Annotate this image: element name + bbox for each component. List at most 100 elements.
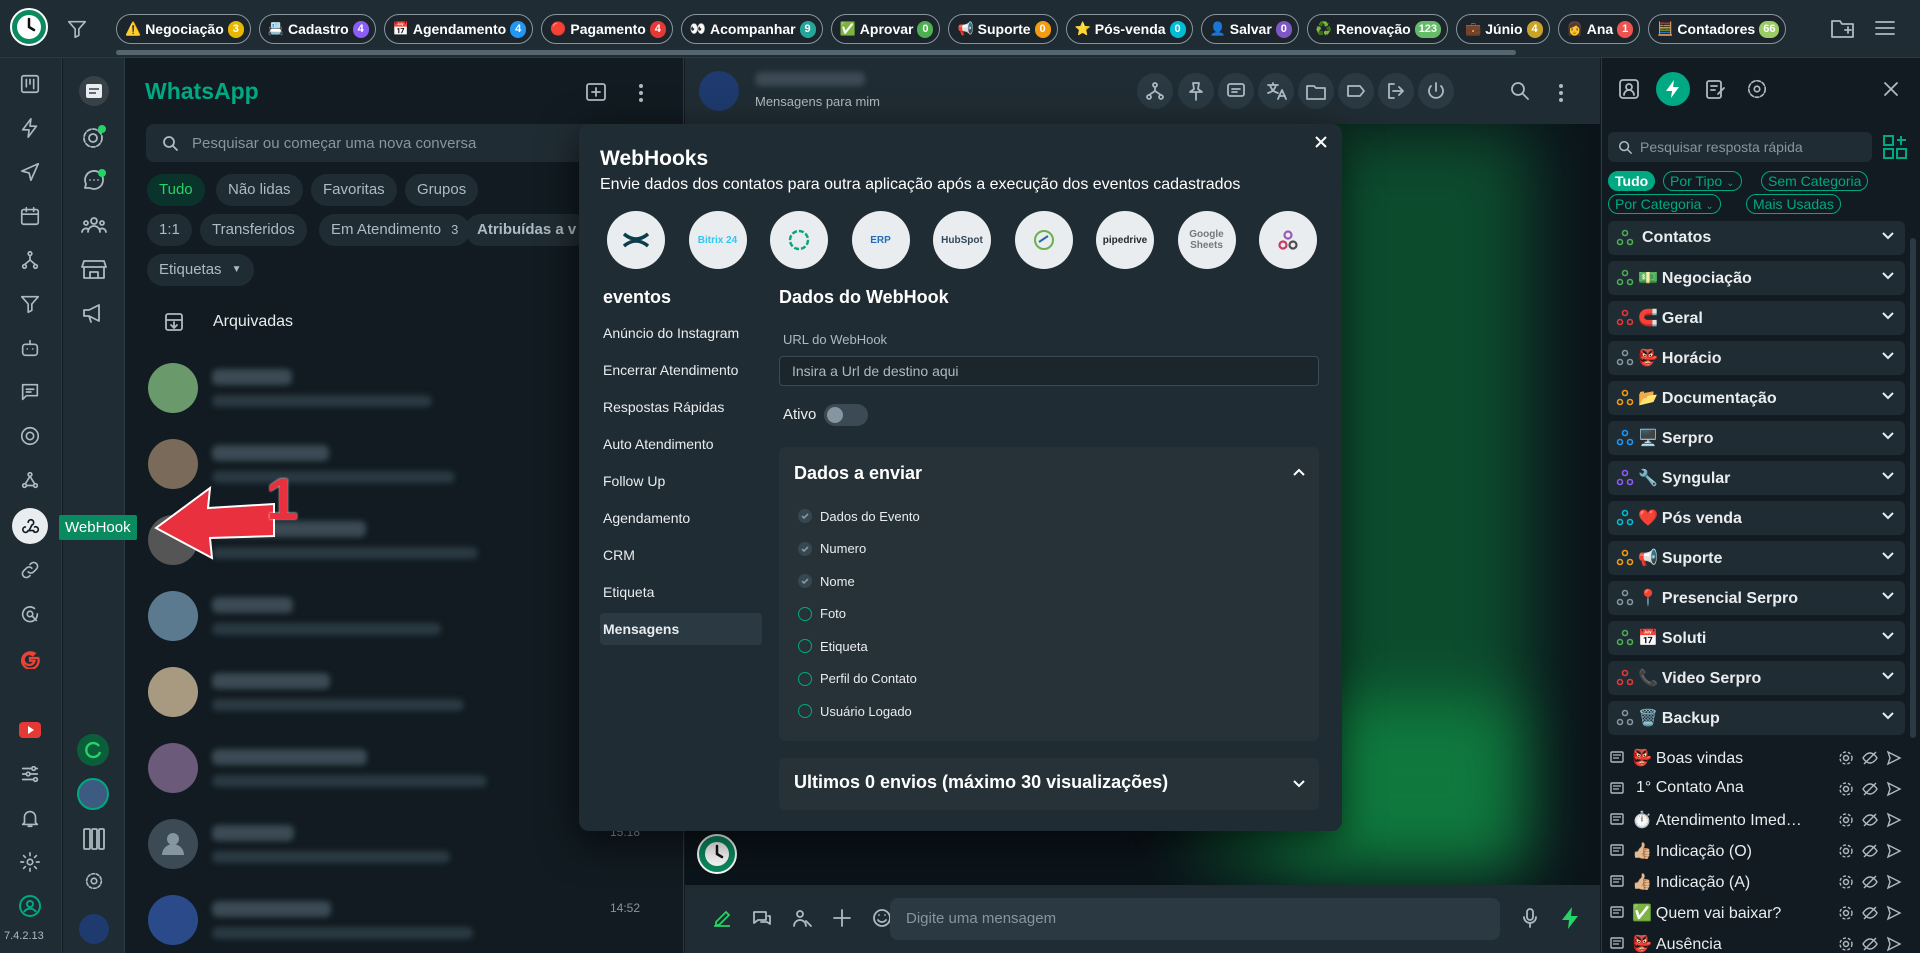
tag-6[interactable]: 📢 Suporte 0 — [948, 14, 1058, 44]
pipedrive-logo[interactable]: pipedrive — [1096, 211, 1154, 269]
message-settings-icon[interactable] — [1218, 73, 1254, 109]
event-item-4[interactable]: Follow Up — [600, 465, 762, 497]
category-5[interactable]: 🖥️ Serpro — [1608, 421, 1905, 455]
tag-1[interactable]: 📇 Cadastro 4 — [258, 14, 376, 44]
hubspot-logo[interactable]: HubSpot — [933, 211, 991, 269]
refresh-icon[interactable] — [77, 734, 109, 766]
dados-checkbox-6[interactable]: Usuário Logado — [798, 701, 912, 721]
settings-icon[interactable] — [1838, 874, 1854, 890]
send-icon[interactable] — [1886, 874, 1902, 890]
translate-icon[interactable] — [1258, 73, 1294, 109]
close-modal-icon[interactable] — [1313, 134, 1329, 150]
chevron-down-icon[interactable] — [1292, 779, 1306, 789]
target-icon[interactable] — [12, 418, 48, 454]
columns-icon[interactable] — [81, 826, 107, 852]
send-icon[interactable] — [12, 154, 48, 190]
category-7[interactable]: ❤️ Pós venda — [1608, 501, 1905, 535]
message-input[interactable]: Digite uma mensagem — [890, 898, 1500, 940]
quick-reply-item[interactable]: ⏱️ Atendimento Imediato — [1608, 805, 1914, 835]
settings-icon[interactable] — [1838, 843, 1854, 859]
chat-search-icon[interactable] — [12, 596, 48, 632]
etiquetas-dropdown[interactable]: Etiquetas ▼ — [147, 254, 254, 286]
hidden-eye-icon[interactable] — [1862, 874, 1878, 890]
label-icon[interactable] — [1338, 73, 1374, 109]
close-panel-icon[interactable] — [1882, 80, 1900, 98]
filter-chip2-1[interactable]: Transferidos — [200, 214, 307, 246]
calendar-icon[interactable] — [12, 198, 48, 234]
event-item-1[interactable]: Encerrar Atendimento — [600, 354, 762, 386]
category-3[interactable]: 👺 Horácio — [1608, 341, 1905, 375]
quick-reply-item[interactable]: 👍🏼 Indicação (A) — [1608, 867, 1914, 897]
send-icon[interactable] — [1886, 843, 1902, 859]
new-chat-icon[interactable] — [584, 80, 608, 104]
event-item-2[interactable]: Respostas Rápidas — [600, 391, 762, 423]
dados-checkbox-2[interactable]: Nome — [798, 571, 855, 591]
category-6[interactable]: 🔧 Syngular — [1608, 461, 1905, 495]
google-sheets-logo[interactable]: Google Sheets — [1177, 211, 1236, 269]
event-item-6[interactable]: CRM — [600, 539, 762, 571]
lightning-tab-icon[interactable] — [1656, 72, 1690, 106]
tags-scrollbar[interactable] — [116, 50, 1516, 55]
hidden-eye-icon[interactable] — [1862, 750, 1878, 766]
dados-checkbox-1[interactable]: Numero — [798, 539, 866, 559]
dados-title[interactable]: Dados a enviar — [794, 463, 922, 484]
lightning-icon[interactable] — [12, 110, 48, 146]
settings-icon[interactable] — [1838, 812, 1854, 828]
tag-5[interactable]: ✅ Aprovar 0 — [830, 14, 941, 44]
filter-chip-0[interactable]: Tudo — [147, 174, 205, 206]
tag-3[interactable]: 🔴 Pagamento 4 — [541, 14, 673, 44]
account-circle-icon[interactable] — [12, 888, 48, 924]
settings-icon[interactable] — [1838, 781, 1854, 797]
webhook-url-input[interactable]: Insira a Url de destino aqui — [779, 356, 1319, 386]
microphone-icon[interactable] — [1521, 907, 1539, 929]
kanban-icon[interactable] — [12, 66, 48, 102]
search-icon[interactable] — [1502, 73, 1538, 109]
grid-add-icon[interactable] — [1882, 134, 1908, 160]
event-item-7[interactable]: Etiqueta — [600, 576, 762, 608]
archived-label[interactable]: Arquivadas — [213, 313, 293, 331]
contact-avatar[interactable] — [699, 71, 739, 111]
plus-icon[interactable] — [831, 907, 853, 929]
panel-scrollbar[interactable] — [1910, 238, 1916, 738]
quick-reply-lightning-icon[interactable] — [1559, 905, 1581, 931]
chevron-up-icon[interactable] — [1292, 467, 1306, 477]
quick-filter-chip-4[interactable]: Mais Usadas — [1746, 194, 1841, 214]
edit-icon[interactable] — [711, 907, 733, 929]
pin-icon[interactable] — [1178, 73, 1214, 109]
bell-icon[interactable] — [12, 800, 48, 836]
flow-icon[interactable] — [1137, 73, 1173, 109]
chat-row[interactable]: 14:52 — [146, 885, 666, 953]
hidden-eye-icon[interactable] — [1862, 905, 1878, 921]
filter-icon[interactable] — [66, 18, 88, 40]
category-10[interactable]: 📅 Soluti — [1608, 621, 1905, 655]
flow-icon[interactable] — [12, 242, 48, 278]
tag-8[interactable]: 👤 Salvar 0 — [1200, 14, 1299, 44]
openai-logo[interactable] — [770, 211, 828, 269]
app-logo-clock-icon[interactable] — [10, 8, 48, 46]
store-icon[interactable] — [81, 258, 107, 280]
tag-0[interactable]: ⚠️ Negociação 3 — [116, 14, 251, 44]
category-0[interactable]: Contatos — [1608, 221, 1905, 255]
send-icon[interactable] — [1886, 750, 1902, 766]
quick-reply-item[interactable]: 👺 Boas vindas — [1608, 743, 1914, 773]
menu-icon[interactable] — [1874, 18, 1896, 38]
tag-10[interactable]: 💼 Júnio 4 — [1456, 14, 1550, 44]
filter-chip-1[interactable]: Não lidas — [216, 174, 303, 206]
event-item-5[interactable]: Agendamento — [600, 502, 762, 534]
webhook-icon[interactable] — [12, 508, 48, 544]
category-2[interactable]: 🧲 Geral — [1608, 301, 1905, 335]
filter-chip-3[interactable]: Grupos — [405, 174, 479, 206]
event-item-0[interactable]: Anúncio do Instagram — [600, 317, 762, 349]
funnel-icon[interactable] — [12, 286, 48, 322]
quick-reply-item[interactable]: 👺 Ausência — [1608, 929, 1914, 953]
dados-checkbox-0[interactable]: Dados do Evento — [798, 506, 920, 526]
quick-reply-search-input[interactable]: Pesquisar resposta rápida — [1608, 132, 1872, 162]
hidden-eye-icon[interactable] — [1862, 781, 1878, 797]
chats-icon[interactable] — [79, 76, 109, 106]
quick-filter-chip-2[interactable]: Sem Categoria — [1761, 171, 1869, 191]
filter-chip-2[interactable]: Favoritas — [311, 174, 397, 206]
channels-icon[interactable] — [81, 168, 107, 194]
robot-icon[interactable] — [12, 330, 48, 366]
category-8[interactable]: 📢 Suporte — [1608, 541, 1905, 575]
logout-icon[interactable] — [1378, 73, 1414, 109]
